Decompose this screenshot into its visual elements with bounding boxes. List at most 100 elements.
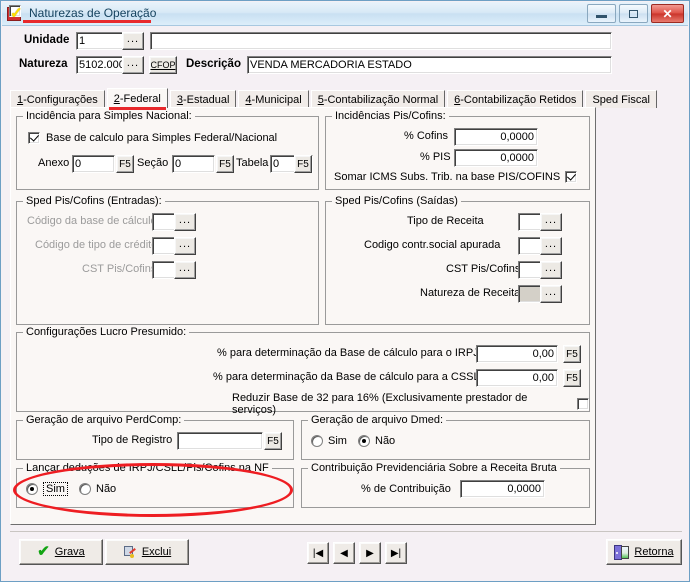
group-simples-nacional-legend: Incidência para Simples Nacional: [23,110,195,122]
cst-pis-cofins-entradas-browse-button[interactable]: ... [174,261,196,279]
anexo-f5-button[interactable]: F5 [116,155,134,173]
group-sped-entradas: Sped Pis/Cofins (Entradas): Código da ba… [16,195,319,325]
tab-municipal[interactable]: 4 -Municipal [238,90,309,108]
tabela-f5-button[interactable]: F5 [294,155,312,173]
natureza-browse-button[interactable]: ... [122,56,144,74]
unidade-label: Unidade [24,34,70,46]
dmed-nao-label: Não [375,435,396,447]
codigo-base-calculo-label: Código da base de cálculo [27,215,157,227]
base-calculo-simples-checkbox[interactable] [28,132,40,144]
cssl-label: % para determinação da Base de cálculo p… [213,371,480,383]
exclui-button[interactable]: Exclui [105,539,189,565]
unidade-descricao-input[interactable] [150,32,612,50]
tab-estadual[interactable]: 3 -Estadual [169,90,237,108]
close-button[interactable]: ✕ [651,4,684,23]
group-dmed: Geração de arquivo Dmed: Sim Não [301,414,590,460]
cofins-input[interactable]: 0,0000 [454,128,538,146]
natureza-label: Natureza [19,58,68,70]
group-sped-entradas-legend: Sped Pis/Cofins (Entradas): [23,195,165,207]
tab-contabilizacao-retidos[interactable]: 6 -Contabilização Retidos [447,90,584,108]
tab-strip: 1 -Configurações 2 -Federal 3 -Estadual 4 -M… [10,88,657,110]
codigo-tipo-credito-label: Código de tipo de crédito [35,239,158,251]
group-simples-nacional: Incidência para Simples Nacional: Base d… [16,110,319,190]
group-perdcomp: Geração de arquivo PerdComp: Tipo de Reg… [16,414,294,460]
dmed-sim-radio[interactable] [311,435,323,447]
tab-configuracoes[interactable]: 1 -Configurações [10,90,105,108]
cst-pis-cofins-saidas-browse-button[interactable]: ... [540,261,562,279]
codigo-contr-social-label: Codigo contr.social apurada [364,239,501,251]
tipo-registro-input[interactable] [177,432,263,450]
reduzir-base-checkbox[interactable] [577,398,589,410]
group-sped-saidas-legend: Sped Pis/Cofins (Saídas) [332,195,461,207]
nav-prev-button[interactable]: ◀ [333,542,355,564]
delete-record-icon [123,545,137,559]
descricao-label: Descrição [186,58,241,70]
retorna-button[interactable]: Retorna [606,539,682,565]
nav-last-button[interactable]: ▶| [385,542,407,564]
group-contribuicao-previdenciaria: Contribuição Previdenciária Sobre a Rece… [301,462,590,508]
percentual-contribuicao-label: % de Contribuição [361,483,451,495]
cfop-button[interactable]: CFOP [149,56,177,74]
group-incidencias-pis-cofins: Incidências Pis/Cofins: % Cofins 0,0000 … [325,110,590,190]
maximize-button[interactable] [619,4,648,23]
irpj-input[interactable]: 0,00 [476,345,558,363]
cssl-input[interactable]: 0,00 [476,369,558,387]
secao-label: Seção [137,157,169,169]
group-contribuicao-legend: Contribuição Previdenciária Sobre a Rece… [308,462,560,474]
tabela-label: Tabela [236,157,269,169]
tipo-registro-label: Tipo de Registro [92,434,173,446]
cssl-f5-button[interactable]: F5 [563,369,581,387]
lancar-deducoes-sim-radio[interactable] [26,483,38,495]
irpj-f5-button[interactable]: F5 [563,345,581,363]
group-sped-saidas: Sped Pis/Cofins (Saídas) Tipo de Receita… [325,195,590,325]
tab-federal[interactable]: 2 -Federal [106,88,168,110]
tipo-registro-f5-button[interactable]: F5 [264,432,282,450]
green-check-icon: ✔ [37,543,50,560]
tab-federal-highlight [108,107,166,110]
group-lucro-presumido-legend: Configurações Lucro Presumido: [23,326,190,338]
natureza-receita-browse-button[interactable]: ... [540,285,562,303]
cofins-label: % Cofins [404,130,449,142]
group-lancar-deducoes-legend: Lançar deduções de IRPJ/CSLL/Pis/Cofins … [23,462,272,474]
somar-icms-checkbox[interactable] [565,171,578,183]
codigo-base-calculo-browse-button[interactable]: ... [174,213,196,231]
group-incidencias-pis-cofins-legend: Incidências Pis/Cofins: [332,110,449,122]
pis-input[interactable]: 0,0000 [454,149,538,167]
tab-contabilizacao-normal[interactable]: 5 -Contabilização Normal [310,90,446,108]
group-dmed-legend: Geração de arquivo Dmed: [308,414,447,426]
grava-label: Grava [54,546,85,558]
reduzir-base-label: Reduzir Base de 32 para 16% (Exclusivame… [232,392,528,416]
group-lancar-deducoes: Lançar deduções de IRPJ/CSLL/Pis/Cofins … [16,462,294,508]
retorna-label: Retorna [634,546,674,558]
dmed-nao-radio[interactable] [358,435,370,447]
codigo-contr-social-browse-button[interactable]: ... [540,237,562,255]
tipo-receita-label: Tipo de Receita [407,215,484,227]
percentual-contribuicao-input[interactable]: 0,0000 [460,480,545,498]
secao-f5-button[interactable]: F5 [216,155,234,173]
secao-input[interactable]: 0 [172,155,215,173]
cst-pis-cofins-entradas-label: CST Pis/Cofins [82,263,157,275]
lancar-deducoes-sim-label: Sim [43,482,68,496]
lancar-deducoes-nao-radio[interactable] [79,483,91,495]
nav-next-button[interactable]: ▶ [359,542,381,564]
checkmark-flag-icon: ✓ [7,4,23,22]
window-title: Naturezas de Operação [29,6,157,20]
pis-label: % PIS [420,151,451,163]
cst-pis-cofins-saidas-label: CST Pis/Cofins [446,263,521,275]
maximize-icon [629,9,638,18]
anexo-input[interactable]: 0 [72,155,115,173]
nav-first-button[interactable]: |◀ [307,542,329,564]
minimize-icon [596,15,607,18]
tipo-receita-browse-button[interactable]: ... [540,213,562,231]
minimize-button[interactable] [587,4,616,23]
exit-door-icon [614,544,630,560]
tab-sped-fiscal[interactable]: Sped Fiscal [585,90,657,108]
codigo-tipo-credito-browse-button[interactable]: ... [174,237,196,255]
unidade-browse-button[interactable]: ... [122,32,144,50]
close-icon: ✕ [662,6,673,21]
exclui-label: Exclui [141,546,172,558]
lancar-deducoes-nao-label: Não [96,483,117,495]
natureza-receita-label: Natureza de Receita [420,287,521,299]
grava-button[interactable]: ✔ Grava [19,539,103,565]
descricao-input[interactable]: VENDA MERCADORIA ESTADO [247,56,612,74]
